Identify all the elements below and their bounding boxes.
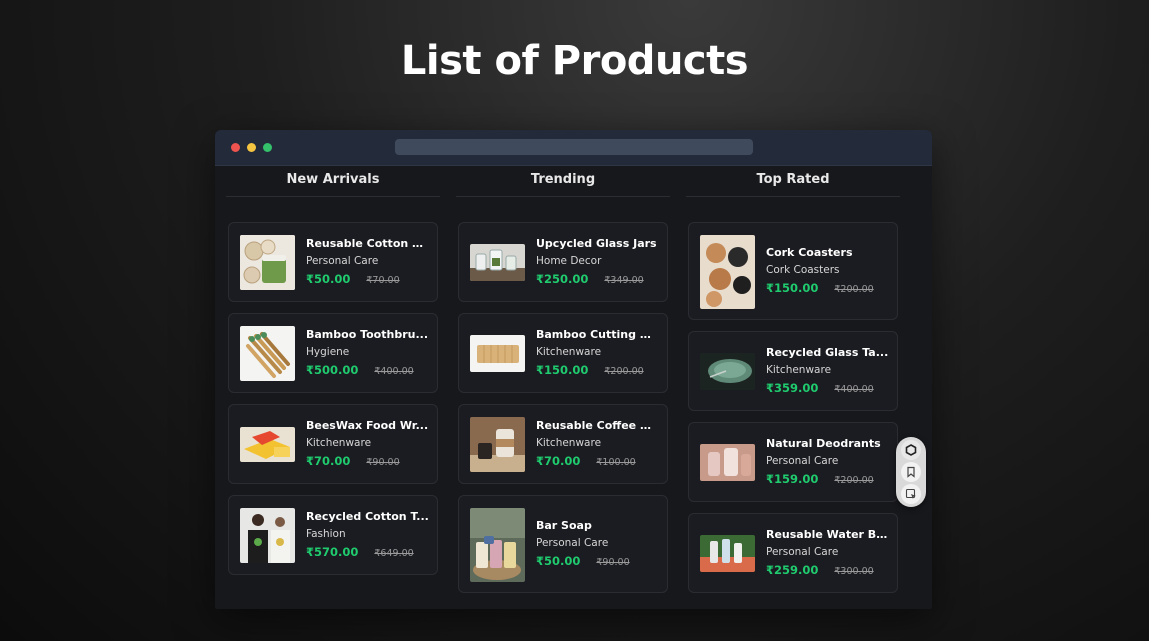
- product-price: ₹50.00: [306, 272, 351, 286]
- product-image: [240, 326, 295, 381]
- product-image: [700, 235, 755, 309]
- product-card[interactable]: Upcycled Glass Jars Home Decor ₹250.00 ₹…: [458, 222, 668, 302]
- product-image: [700, 444, 755, 481]
- product-old-price: ₹90.00: [596, 557, 630, 568]
- product-category: Personal Care: [766, 455, 839, 467]
- product-old-price: ₹90.00: [366, 457, 400, 468]
- product-name[interactable]: Reusable Water Bo...: [766, 528, 889, 541]
- product-card[interactable]: Cork Coasters Cork Coasters ₹150.00 ₹200…: [688, 222, 898, 320]
- product-card[interactable]: Bamboo Cutting B... Kitchenware ₹150.00 …: [458, 313, 668, 393]
- minimize-window-dot[interactable]: [247, 143, 256, 152]
- column-heading: New Arrivals: [226, 166, 440, 197]
- product-image: [700, 353, 755, 390]
- product-category: Personal Care: [306, 255, 379, 267]
- product-price: ₹259.00: [766, 563, 819, 577]
- product-category: Cork Coasters: [766, 264, 840, 276]
- product-old-price: ₹70.00: [366, 275, 400, 286]
- product-category: Fashion: [306, 528, 346, 540]
- product-price: ₹250.00: [536, 272, 589, 286]
- product-name[interactable]: Upcycled Glass Jars: [536, 237, 659, 250]
- product-name[interactable]: Natural Deodrants: [766, 437, 889, 450]
- product-name[interactable]: BeesWax Food Wr...: [306, 419, 429, 432]
- select-icon[interactable]: [901, 484, 921, 504]
- product-category: Kitchenware: [536, 437, 602, 449]
- product-category: Kitchenware: [536, 346, 602, 358]
- product-old-price: ₹200.00: [834, 284, 874, 295]
- bookmark-icon[interactable]: [901, 462, 921, 482]
- product-name[interactable]: Cork Coasters: [766, 246, 889, 259]
- product-category: Home Decor: [536, 255, 602, 267]
- close-window-dot[interactable]: [231, 143, 240, 152]
- product-card[interactable]: Recycled Cotton T... Fashion ₹570.00 ₹64…: [228, 495, 438, 575]
- product-name[interactable]: Reusable Cotton P...: [306, 237, 429, 250]
- product-price: ₹150.00: [536, 363, 589, 377]
- hexagon-icon[interactable]: [901, 440, 921, 460]
- product-card[interactable]: Reusable Cotton P... Personal Care ₹50.0…: [228, 222, 438, 302]
- product-price: ₹70.00: [306, 454, 351, 468]
- column-top-rated: Top Rated Cork Coasters Cork Coasters ₹1…: [686, 166, 900, 593]
- product-card[interactable]: Recycled Glass Ta... Kitchenware ₹359.00…: [688, 331, 898, 411]
- product-old-price: ₹349.00: [604, 275, 644, 286]
- product-image: [470, 508, 525, 582]
- product-price: ₹70.00: [536, 454, 581, 468]
- product-name[interactable]: Recycled Glass Ta...: [766, 346, 889, 359]
- product-old-price: ₹400.00: [834, 384, 874, 395]
- product-price: ₹359.00: [766, 381, 819, 395]
- product-card[interactable]: Reusable Water Bo... Personal Care ₹259.…: [688, 513, 898, 593]
- product-name[interactable]: Recycled Cotton T...: [306, 510, 429, 523]
- product-name[interactable]: Reusable Coffee M...: [536, 419, 659, 432]
- maximize-window-dot[interactable]: [263, 143, 272, 152]
- browser-titlebar: [215, 130, 932, 166]
- product-image: [700, 535, 755, 572]
- product-price: ₹159.00: [766, 472, 819, 486]
- product-card[interactable]: Bamboo Toothbru... Hygiene ₹500.00 ₹400.…: [228, 313, 438, 393]
- product-card[interactable]: BeesWax Food Wr... Kitchenware ₹70.00 ₹9…: [228, 404, 438, 484]
- product-price: ₹500.00: [306, 363, 359, 377]
- floating-toolbar: [896, 437, 926, 507]
- product-old-price: ₹400.00: [374, 366, 414, 377]
- product-old-price: ₹300.00: [834, 566, 874, 577]
- product-price: ₹50.00: [536, 554, 581, 568]
- product-old-price: ₹100.00: [596, 457, 636, 468]
- product-image: [240, 508, 295, 563]
- product-image: [470, 417, 525, 472]
- browser-window: New Arrivals Reusable Cotton P... Person…: [215, 130, 932, 609]
- product-category: Kitchenware: [766, 364, 832, 376]
- product-name[interactable]: Bamboo Toothbru...: [306, 328, 429, 341]
- column-new-arrivals: New Arrivals Reusable Cotton P... Person…: [226, 166, 440, 575]
- address-bar[interactable]: [395, 139, 753, 155]
- product-category: Hygiene: [306, 346, 350, 358]
- column-trending: Trending Upcycled Glass Jars Home Decor …: [456, 166, 670, 593]
- product-name[interactable]: Bar Soap: [536, 519, 659, 532]
- product-name[interactable]: Bamboo Cutting B...: [536, 328, 659, 341]
- product-price: ₹570.00: [306, 545, 359, 559]
- product-category: Personal Care: [536, 537, 609, 549]
- product-category: Personal Care: [766, 546, 839, 558]
- product-price: ₹150.00: [766, 281, 819, 295]
- product-card[interactable]: Bar Soap Personal Care ₹50.00 ₹90.00: [458, 495, 668, 593]
- product-image: [470, 335, 525, 372]
- page-title: List of Products: [400, 38, 749, 84]
- product-image: [240, 235, 295, 290]
- column-heading: Top Rated: [686, 166, 900, 197]
- column-heading: Trending: [456, 166, 670, 197]
- product-old-price: ₹200.00: [834, 475, 874, 486]
- product-image: [470, 244, 525, 281]
- product-image: [240, 427, 295, 462]
- product-category: Kitchenware: [306, 437, 372, 449]
- product-card[interactable]: Natural Deodrants Personal Care ₹159.00 …: [688, 422, 898, 502]
- product-card[interactable]: Reusable Coffee M... Kitchenware ₹70.00 …: [458, 404, 668, 484]
- product-old-price: ₹200.00: [604, 366, 644, 377]
- product-old-price: ₹649.00: [374, 548, 414, 559]
